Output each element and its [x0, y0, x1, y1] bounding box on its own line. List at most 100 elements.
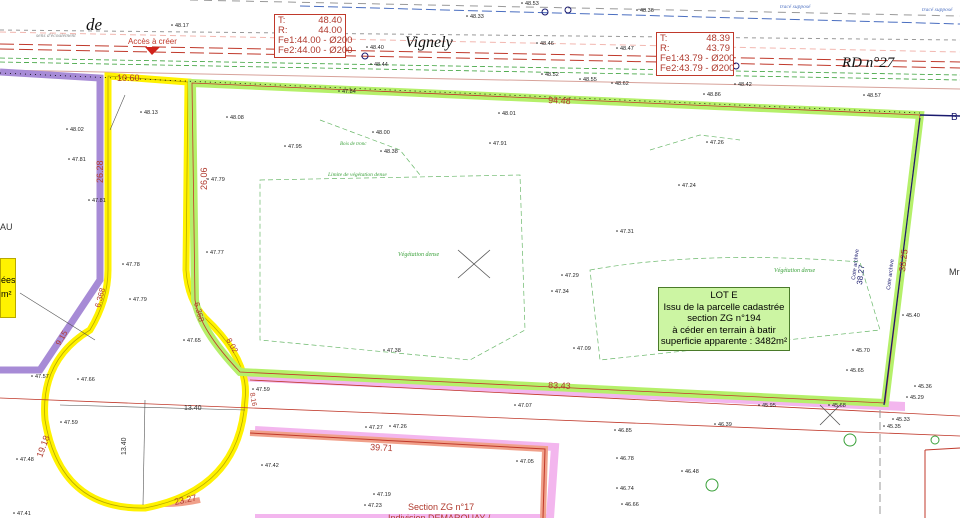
spot-height-label: 48.47	[620, 46, 634, 52]
tree-base-label: Bois de tronc	[340, 142, 367, 147]
spot-height-label: 47.59	[64, 420, 78, 426]
spot-height-dot	[906, 396, 908, 398]
spot-height-dot	[616, 487, 618, 489]
spot-height-label: 47.38	[387, 348, 401, 354]
road-name-rd27: RD n°27	[841, 55, 896, 71]
spot-height-label: 47.57	[35, 374, 49, 380]
spot-height-label: 47.27	[369, 425, 383, 431]
road-name-vignely: Vignely	[405, 34, 454, 51]
spot-height-label: 48.13	[144, 110, 158, 116]
spot-height-label: 48.53	[525, 1, 539, 7]
spot-height-label: 48.38	[384, 149, 398, 155]
trace-label-right: tracé supposé	[922, 7, 953, 13]
dim-10-60: 10.60	[117, 73, 140, 83]
access-label: Accès à créer	[128, 37, 177, 46]
spot-height-dot	[171, 24, 173, 26]
spot-height-dot	[551, 290, 553, 292]
spot-height-label: 47.81	[92, 198, 106, 204]
spot-height-label: 47.26	[710, 140, 724, 146]
spot-height-label: 45.95	[762, 403, 776, 409]
left-lot-label-box: ées m²	[0, 258, 16, 318]
spot-height-dot	[614, 429, 616, 431]
spot-height-label: 48.42	[738, 82, 752, 88]
spot-height-label: 47.81	[72, 157, 86, 163]
spot-height-label: 48.55	[583, 77, 597, 83]
spot-height-label: 47.05	[520, 459, 534, 465]
vegetation-limit-label: Limite de végétation dense	[327, 172, 387, 178]
spot-height-dot	[636, 9, 638, 11]
spot-height-dot	[338, 90, 340, 92]
dim-26-06: 26.06	[199, 167, 209, 190]
lot-e-border	[187, 78, 925, 408]
lot-origin: Issu de la parcelle cadastrée	[663, 301, 785, 313]
spot-height-dot	[611, 82, 613, 84]
vegetation-label-1: Végétation dense	[398, 252, 439, 258]
spot-height-label: 45.65	[850, 368, 864, 374]
spot-height-label: 45.68	[832, 403, 846, 409]
road-name-de: de	[86, 15, 103, 34]
dim-13-40-h: 13.40	[184, 405, 202, 412]
spot-height-label: 46.74	[620, 486, 634, 492]
spot-height-dot	[66, 128, 68, 130]
spot-height-dot	[703, 93, 705, 95]
spot-height-dot	[516, 460, 518, 462]
spot-height-label: 47.41	[17, 511, 31, 517]
spot-height-dot	[573, 347, 575, 349]
lot-purpose: à céder en terrain à batir	[672, 324, 776, 336]
spot-height-dot	[372, 131, 374, 133]
lot-section: section ZG n°194	[687, 313, 761, 324]
spot-height-label: 46.78	[620, 456, 634, 462]
manhole-right-box: T: 48.39 R: 43.79 Fe1:43.79 - Ø200 Fe2:43.…	[656, 32, 734, 76]
spot-height-label: 47.79	[133, 297, 147, 303]
vegetation-label-2: Végétation dense	[774, 268, 815, 274]
spot-height-dot	[31, 375, 33, 377]
dim-26-28: 26.28	[95, 160, 105, 183]
spot-height-label: 48.46	[540, 41, 554, 47]
spot-height-label: 48.62	[615, 81, 629, 87]
spot-height-label: 45.36	[918, 384, 932, 390]
spot-height-label: 47.23	[368, 503, 382, 509]
spot-height-label: 48.02	[70, 127, 84, 133]
spot-height-dot	[365, 426, 367, 428]
spot-height-label: 47.79	[211, 177, 225, 183]
manhole-left-box: T: 48.40 R: 44.00 Fe1:44.00 - Ø200 Fe2:44.…	[274, 14, 352, 58]
spot-height-label: 48.44	[374, 62, 388, 68]
spot-height-dot	[681, 470, 683, 472]
cul-de-sac-road	[41, 72, 249, 512]
spot-height-label: 45.33	[896, 417, 910, 423]
section-17-salmon-border	[249, 430, 549, 518]
spot-height-dot	[77, 378, 79, 380]
spot-height-dot	[846, 369, 848, 371]
spot-height-dot	[364, 504, 366, 506]
spot-height-dot	[380, 150, 382, 152]
spot-height-label: 48.40	[370, 45, 384, 51]
spot-height-label: 47.59	[256, 387, 270, 393]
spot-height-label: 47.95	[288, 144, 302, 150]
spot-height-dot	[206, 251, 208, 253]
spot-height-label: 48.52	[545, 72, 559, 78]
purple-parcel-border	[0, 68, 104, 374]
spot-height-label: 48.17	[175, 23, 189, 29]
spot-height-label: 47.77	[210, 250, 224, 256]
spot-height-label: 48.01	[502, 111, 516, 117]
spot-height-label: 47.19	[377, 492, 391, 498]
spot-height-label: 46.85	[618, 428, 632, 434]
spot-height-dot	[252, 388, 254, 390]
spot-height-dot	[852, 349, 854, 351]
dim-13-40-v: 13.40	[121, 437, 128, 455]
spot-height-label: 48.08	[230, 115, 244, 121]
spot-height-dot	[678, 184, 680, 186]
spot-height-label: 45.29	[910, 395, 924, 401]
dim-39-71: 39.71	[370, 442, 393, 453]
spot-height-dot	[129, 298, 131, 300]
spot-height-label: 47.31	[620, 229, 634, 235]
spot-height-label: 46.39	[718, 422, 732, 428]
spot-height-dot	[521, 2, 523, 4]
lot-title: LOT E	[710, 290, 738, 301]
spot-height-label: 48.33	[470, 14, 484, 20]
section-zg17-title: Section ZG n°17	[408, 502, 474, 512]
spot-height-label: 45.40	[906, 313, 920, 319]
dim-83-43: 83.43	[548, 380, 571, 391]
spot-height-dot	[616, 230, 618, 232]
spot-height-dot	[13, 512, 15, 514]
